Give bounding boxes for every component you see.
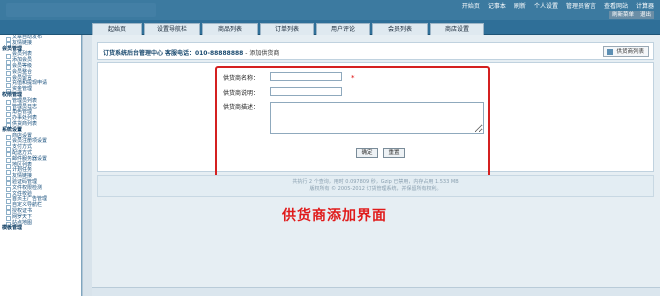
nav-bar: 起始页 设置导航栏 商品列表 订单列表 用户评论 会员列表 商店设置: [0, 20, 660, 35]
tab-members[interactable]: 会员列表: [372, 23, 428, 35]
supplier-name-label: 供货商名称：: [223, 75, 260, 82]
page-subtitle: - 添加供货商: [245, 50, 280, 57]
tab-start[interactable]: 起始页: [92, 23, 142, 35]
page-header: 订货系统后台管理中心 客服电话：010-88888888 - 添加供货商 供货商…: [97, 42, 654, 60]
top-link-home[interactable]: 开始页: [462, 1, 480, 10]
sidebar-section-33[interactable]: 模板管理: [0, 225, 81, 232]
supplier-contact-label: 供货商说明：: [223, 90, 260, 97]
top-link-messages[interactable]: 管理员留言: [566, 1, 596, 10]
tab-orders[interactable]: 订单列表: [260, 23, 314, 35]
list-icon: [607, 49, 614, 55]
supplier-contact-input[interactable]: [270, 87, 342, 96]
page-title: 订货系统后台管理中心 客服电话：010-88888888 - 添加供货商: [103, 48, 279, 57]
logo: [6, 3, 156, 17]
supplier-desc-label: 供货商描述：: [223, 104, 260, 111]
tab-comments[interactable]: 用户评论: [316, 23, 370, 35]
supplier-name-input[interactable]: [270, 72, 342, 81]
form-panel: 供货商名称： * 供货商说明： 供货商描述： 确定 重置: [97, 62, 654, 180]
support-phone: 客服电话：010-88888888: [164, 50, 244, 57]
top-link-calculator[interactable]: 计算器: [636, 1, 654, 10]
refresh-menu-button[interactable]: 刷新菜单: [609, 11, 638, 19]
top-link-view-site[interactable]: 查看网站: [604, 1, 628, 10]
top-link-notepad[interactable]: 记事本: [488, 1, 506, 10]
system-title: 订货系统后台管理中心: [103, 50, 164, 57]
logout-button[interactable]: 退出: [637, 11, 655, 19]
footer-stats: 共执行 2 个查询，用时 0.097809 秒，Gzip 已禁用，内存占用 1.…: [292, 179, 459, 185]
sidebar: 文章自动发布 友情链接 会员管理 会员列表 添加会员 会员等级 会员整合 会员留言 充值和提现申…: [0, 35, 82, 296]
tab-nav-settings[interactable]: 设置导航栏: [144, 23, 200, 35]
ok-button[interactable]: 确定: [356, 148, 378, 158]
supplier-list-label: 供货商列表: [616, 49, 644, 55]
main-content: 订货系统后台管理中心 客服电话：010-88888888 - 添加供货商 供货商…: [92, 35, 660, 296]
top-link-refresh[interactable]: 刷新: [514, 1, 526, 10]
annotation-caption: 供货商添加界面: [282, 208, 387, 224]
supplier-desc-textarea[interactable]: [270, 102, 484, 134]
bottom-strip: [92, 287, 660, 296]
supplier-list-button[interactable]: 供货商列表: [603, 46, 649, 57]
sidebar-scrollbar[interactable]: [82, 35, 92, 296]
tab-shop-settings[interactable]: 商店设置: [430, 23, 484, 35]
top-links: 开始页 记事本 刷新 个人设置 管理员留言 查看网站 计算器: [462, 1, 654, 10]
footer: 共执行 2 个查询，用时 0.097809 秒，Gzip 已禁用，内存占用 1.…: [97, 175, 654, 197]
required-mark: *: [351, 74, 355, 82]
highlight-box: 供货商名称： * 供货商说明： 供货商描述： 确定 重置: [215, 66, 490, 180]
tab-products[interactable]: 商品列表: [202, 23, 258, 35]
reset-button[interactable]: 重置: [383, 148, 405, 158]
top-link-profile[interactable]: 个人设置: [534, 1, 558, 10]
top-bar: 开始页 记事本 刷新 个人设置 管理员留言 查看网站 计算器 刷新菜单 退出: [0, 0, 660, 20]
footer-copyright: 版权所有 © 2005-2012 订货管理系统，并保留所有权利。: [309, 186, 442, 192]
